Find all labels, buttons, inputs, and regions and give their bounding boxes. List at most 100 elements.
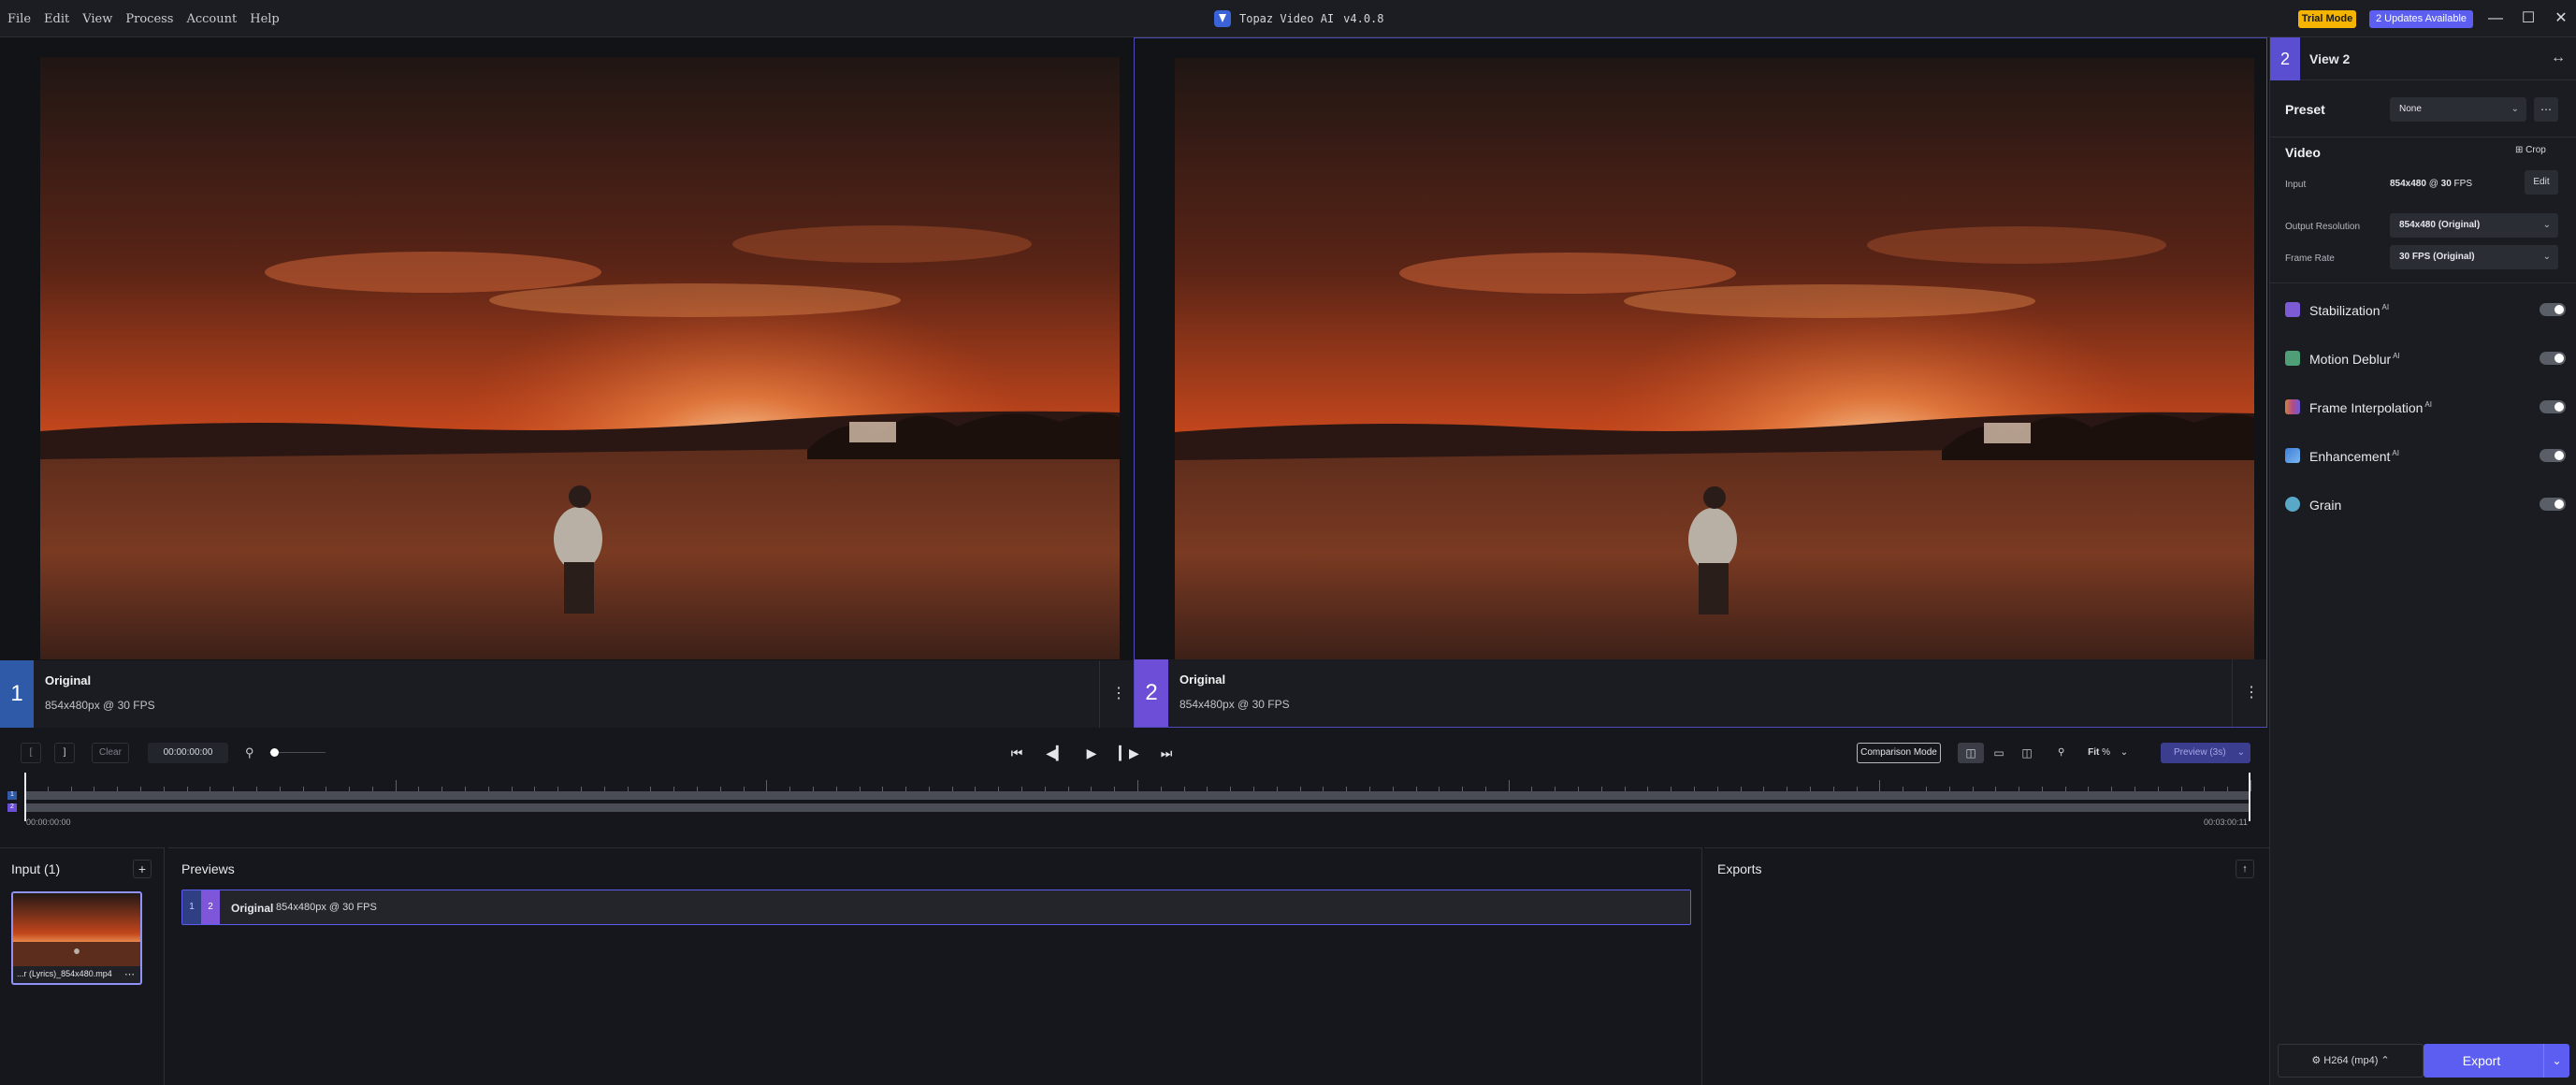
enhancement-toggle[interactable] <box>2540 449 2566 462</box>
motion-deblur-icon <box>2285 351 2300 366</box>
minimize-icon[interactable]: — <box>2484 7 2507 30</box>
zoom-unit: % <box>2102 747 2111 758</box>
viewer-2[interactable]: 2 Original 854x480px @ 30 FPS ⋮ <box>1134 37 2267 728</box>
track-2-marker: 2 <box>7 803 17 812</box>
export-button[interactable]: Export ⌄ <box>2424 1044 2569 1078</box>
view-number-badge: 2 <box>2270 37 2300 80</box>
preview-view-2-badge: 2 <box>201 890 220 924</box>
menu-edit[interactable]: Edit <box>44 12 69 26</box>
preview-info: 854x480px @ 30 FPS <box>276 902 377 913</box>
preview-row[interactable]: 1 2 Original 854x480px @ 30 FPS <box>181 890 1691 925</box>
grain-toggle[interactable] <box>2540 498 2566 511</box>
side-by-side-layout-icon[interactable]: ◫ <box>1958 743 1984 763</box>
more-options-icon[interactable]: ⋮ <box>1111 683 1126 705</box>
viewer-1-footer: 1 Original 854x480px @ 30 FPS ⋮ <box>0 660 1134 728</box>
stabilization-icon <box>2285 302 2300 317</box>
preview-button[interactable]: Preview (3s) ⌄ <box>2161 743 2250 763</box>
app-name: Topaz Video AI <box>1239 12 1335 25</box>
transport-bar: [ ] Clear 00:00:00:00 ⚲ ⏮ ◀▎ ▶ ▎▶ ⏭ Comp… <box>0 735 2269 771</box>
mark-out-button[interactable]: ] <box>54 743 75 763</box>
zoom-select[interactable]: ⚲ Fit % ⌄ <box>2058 743 2144 763</box>
zoom-slider-handle[interactable] <box>270 748 279 757</box>
crop-button[interactable]: ⊞ Crop <box>2515 145 2546 155</box>
input-fps-unit: FPS <box>2451 179 2473 189</box>
output-resolution-select[interactable]: 854x480 (Original) ⌄ <box>2390 213 2558 238</box>
input-panel-title: Input (1) <box>11 861 61 876</box>
expand-horizontal-icon[interactable]: ↔ <box>2551 50 2566 66</box>
feature-label: Grain <box>2309 498 2342 513</box>
viewer-1[interactable]: 1 Original 854x480px @ 30 FPS ⋮ <box>0 37 1134 728</box>
preset-value: None <box>2399 104 2422 114</box>
single-view-layout-icon[interactable]: ▭ <box>1986 743 2012 763</box>
feature-frame-interpolation: Frame Interpolation AI <box>2285 393 2566 421</box>
feature-name: Enhancement AI <box>2309 449 2399 464</box>
feature-name: Motion Deblur AI <box>2309 352 2400 367</box>
view-header: 2 View 2 ↔ <box>2270 37 2576 80</box>
video-frame-2[interactable] <box>1175 58 2254 660</box>
enhancement-icon <box>2285 448 2300 463</box>
split-view-layout-icon[interactable]: ◫ <box>2014 743 2040 763</box>
updates-available-button[interactable]: 2 Updates Available <box>2369 10 2473 28</box>
track-1-marker: 1 <box>7 791 17 800</box>
encoder-select[interactable]: ⚙ H264 (mp4) ⌃ <box>2278 1044 2424 1078</box>
menu-view[interactable]: View <box>82 12 112 26</box>
frame-interpolation-toggle[interactable] <box>2540 400 2566 413</box>
input-panel: Input (1) + ...r (Lyrics)_854x480.mp4 ⋯ <box>0 847 165 1085</box>
crop-icon: ⊞ <box>2515 145 2524 155</box>
feature-name: Frame Interpolation AI <box>2309 400 2432 415</box>
menu-account[interactable]: Account <box>186 12 237 26</box>
out-marker[interactable] <box>2249 773 2250 821</box>
feature-label: Stabilization <box>2309 303 2381 318</box>
menu-help[interactable]: Help <box>250 12 280 26</box>
previews-panel: Previews 1 2 Original 854x480px @ 30 FPS <box>168 847 1702 1085</box>
frame-rate-select[interactable]: 30 FPS (Original) ⌄ <box>2390 245 2558 269</box>
mark-in-button[interactable]: [ <box>21 743 41 763</box>
chevron-down-icon[interactable]: ⌄ <box>2543 1044 2569 1078</box>
menu-process[interactable]: Process <box>125 12 173 26</box>
chevron-down-icon[interactable]: ⌄ <box>2237 743 2245 763</box>
preset-label: Preset <box>2285 102 2325 117</box>
trial-mode-button[interactable]: Trial Mode <box>2298 10 2356 28</box>
more-options-icon[interactable]: ⋮ <box>2244 682 2259 704</box>
edit-input-button[interactable]: Edit <box>2525 170 2558 195</box>
play-icon[interactable]: ▶ <box>1080 743 1103 763</box>
more-options-icon[interactable]: ⋯ <box>124 968 135 980</box>
export-upload-icon[interactable]: ↑ <box>2236 860 2254 878</box>
chevron-up-icon: ⌃ <box>2381 1055 2390 1066</box>
preset-select[interactable]: None ⌄ <box>2390 97 2526 122</box>
input-file-name: ...r (Lyrics)_854x480.mp4 <box>17 969 112 978</box>
comparison-mode-button[interactable]: Comparison Mode <box>1857 743 1941 763</box>
timecode-field[interactable]: 00:00:00:00 <box>148 743 228 763</box>
stabilization-toggle[interactable] <box>2540 303 2566 316</box>
feature-label: Motion Deblur <box>2309 352 2392 367</box>
video-frame-1[interactable] <box>40 57 1120 659</box>
clear-button[interactable]: Clear <box>92 743 129 763</box>
video-section-title: Video <box>2285 145 2321 160</box>
viewer-subtitle: 854x480px @ 30 FPS <box>45 699 155 712</box>
divider <box>2270 282 2576 283</box>
output-resolution-label: Output Resolution <box>2285 222 2361 232</box>
encoder-value: H264 (mp4) <box>2323 1055 2379 1066</box>
skip-to-end-icon[interactable]: ⏭ <box>1155 743 1178 763</box>
input-thumbnail[interactable]: ...r (Lyrics)_854x480.mp4 ⋯ <box>11 891 142 985</box>
feature-name: Grain <box>2309 498 2343 513</box>
viewer-subtitle: 854x480px @ 30 FPS <box>1179 698 1290 711</box>
zoom-search-icon[interactable]: ⚲ <box>245 745 254 760</box>
skip-to-start-icon[interactable]: ⏮ <box>1006 743 1028 763</box>
add-input-icon[interactable]: + <box>133 860 152 878</box>
timeline-track-1[interactable] <box>24 791 2250 800</box>
zoom-value: Fit <box>2088 747 2100 758</box>
grain-icon <box>2285 497 2300 512</box>
preset-more-icon[interactable]: ⋯ <box>2534 97 2558 122</box>
close-icon[interactable]: ✕ <box>2550 7 2572 30</box>
timeline-track-2[interactable] <box>24 803 2250 812</box>
maximize-icon[interactable]: ☐ <box>2517 7 2540 30</box>
menu-bar: File Edit View Process Account Help <box>7 0 293 37</box>
step-forward-icon[interactable]: ▎▶ <box>1118 743 1140 763</box>
menu-file[interactable]: File <box>7 12 31 26</box>
timeline[interactable]: 1 2 00:00:00:00 00:03:00:11 <box>0 771 2269 832</box>
playhead[interactable] <box>24 773 26 821</box>
motion-deblur-toggle[interactable] <box>2540 352 2566 365</box>
ai-badge: AI <box>2424 400 2432 410</box>
step-back-icon[interactable]: ◀▎ <box>1045 743 1067 763</box>
